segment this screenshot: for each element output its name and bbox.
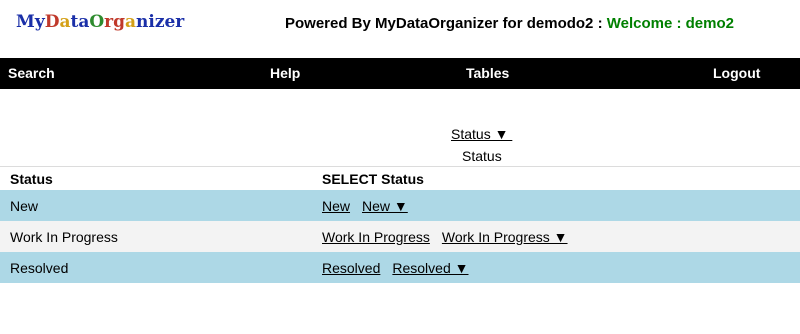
select-status-link[interactable]: Work In Progress <box>322 229 430 245</box>
logo-part: a <box>59 12 71 32</box>
column-header-select-status: SELECT Status <box>322 170 424 187</box>
status-dropdown[interactable]: Status ▼ <box>451 126 512 142</box>
nav-tables[interactable]: Tables <box>466 65 509 81</box>
logo-part: nizer <box>136 12 185 32</box>
logo-part: D <box>44 12 60 32</box>
table-row: Resolved Resolved Resolved ▼ <box>0 252 800 283</box>
logo-part: ta <box>70 12 90 32</box>
nav-logout[interactable]: Logout <box>713 65 760 81</box>
select-status-dropdown[interactable]: Work In Progress ▼ <box>442 229 568 245</box>
table-row: Work In Progress Work In Progress Work In… <box>0 221 800 252</box>
nav-search[interactable]: Search <box>8 65 55 81</box>
logo-part: rg <box>104 12 125 32</box>
status-cell: Work In Progress <box>0 221 322 252</box>
status-caption: Status <box>462 148 502 164</box>
select-cell: Resolved Resolved ▼ <box>322 252 800 283</box>
select-cell: Work In Progress Work In Progress ▼ <box>322 221 800 252</box>
select-status-dropdown[interactable]: New ▼ <box>362 198 408 214</box>
select-status-link[interactable]: Resolved <box>322 260 380 276</box>
select-status-link[interactable]: New <box>322 198 350 214</box>
header: MyDataOrganizer Powered By MyDataOrganiz… <box>0 0 800 58</box>
table-row: New New New ▼ <box>0 190 800 221</box>
column-header-status: Status <box>10 170 53 187</box>
logo-part: My <box>16 12 45 32</box>
logo-part: a <box>125 12 137 32</box>
table-header-row: Status SELECT Status <box>0 167 800 190</box>
status-table: Status SELECT Status New New New ▼ Work I… <box>0 167 800 283</box>
welcome-text: Welcome : demo2 <box>606 15 734 32</box>
powered-by-text: Powered By MyDataOrganizer for demodo2 : <box>285 15 607 32</box>
status-cell: New <box>0 190 322 221</box>
powered-by-line: Powered By MyDataOrganizer for demodo2 :… <box>285 15 734 32</box>
logo[interactable]: MyDataOrganizer <box>16 12 184 32</box>
main-navbar: Search Help Tables Logout <box>0 58 800 89</box>
status-cell: Resolved <box>0 252 322 283</box>
select-status-dropdown[interactable]: Resolved ▼ <box>392 260 468 276</box>
select-cell: New New ▼ <box>322 190 800 221</box>
logo-part: O <box>89 12 105 32</box>
nav-help[interactable]: Help <box>270 65 300 81</box>
